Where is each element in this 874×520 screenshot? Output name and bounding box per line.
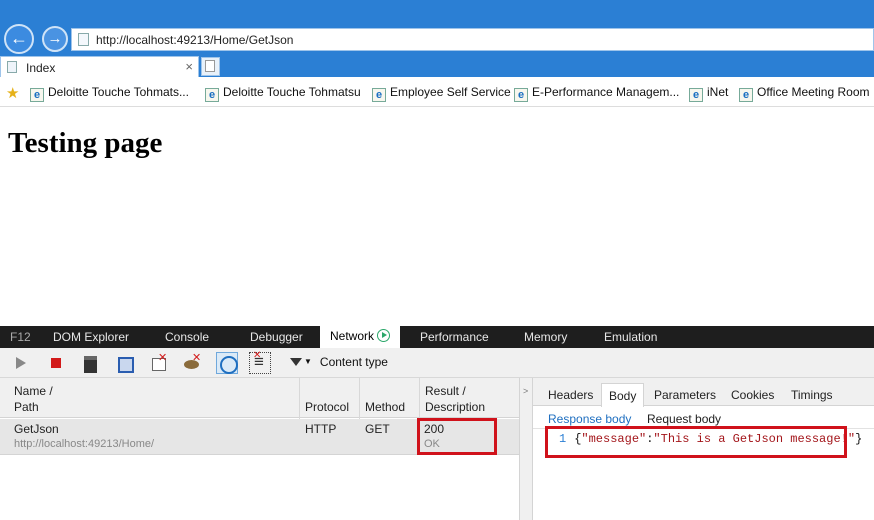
export-icon[interactable] [116,354,134,373]
column-name[interactable]: Name / Path [14,383,53,415]
tab-debugger[interactable]: Debugger [250,330,303,344]
new-tab-button[interactable] [201,57,220,76]
favorite-link[interactable]: e Deloitte Touche Tohmatsu [205,85,361,102]
back-button[interactable]: ← [4,24,34,54]
favorites-bar: ★ e Deloitte Touche Tohmats... e Deloitte … [0,78,874,107]
ie-icon: e [372,88,386,102]
tab-memory[interactable]: Memory [524,330,567,344]
address-bar[interactable]: http://localhost:49213/Home/GetJson [71,28,874,51]
page-icon [78,33,89,46]
clear-filter-icon[interactable] [249,350,271,374]
result-highlight-box [417,418,497,455]
request-list: Name / Path Protocol Method Result / Descr… [0,378,519,520]
forward-button[interactable]: → [42,26,68,52]
ie-icon: e [739,88,753,102]
favorite-link[interactable]: e iNet [689,85,728,102]
recording-icon [377,329,391,342]
ie-icon: e [30,88,44,102]
favorite-link[interactable]: e E-Performance Managem... [514,85,679,102]
tab-response-body[interactable]: Response body [548,412,631,426]
always-refresh-icon[interactable] [216,352,238,374]
tab-console[interactable]: Console [165,330,209,344]
tab-network[interactable]: Network [320,326,401,348]
favorites-star-icon[interactable]: ★ [6,84,19,102]
request-name-cell: GetJson http://localhost:49213/Home/ [14,422,155,450]
network-toolbar: ▼Content type [0,348,874,378]
save-icon[interactable] [82,354,100,373]
tab-title: Index [26,61,56,75]
tab-body[interactable]: Body [601,383,645,407]
tab-strip: Index × [0,55,874,77]
favorite-link[interactable]: e Office Meeting Room [739,85,870,102]
clear-entries-icon[interactable] [150,351,168,372]
tab-performance[interactable]: Performance [420,330,489,344]
response-highlight-box [545,426,847,458]
detail-tab-bar: Headers Body Parameters Cookies Timings [533,378,874,407]
clear-cookies-icon[interactable] [183,351,201,372]
new-tab-icon [205,60,215,72]
tab-request-body[interactable]: Request body [647,412,721,426]
ie-icon: e [205,88,219,102]
close-tab-icon[interactable]: × [185,59,193,74]
browser-tab[interactable]: Index × [0,56,199,77]
tab-timings[interactable]: Timings [791,388,833,402]
tab-emulation[interactable]: Emulation [604,330,657,344]
stop-profiling-icon[interactable] [48,354,66,372]
page-icon [7,61,17,73]
devtools-tab-bar: F12 DOM Explorer Console Debugger Networ… [0,326,874,348]
content-type-filter[interactable]: ▼ Content type [290,355,388,369]
ie-icon: e [514,88,528,102]
request-details: Headers Body Parameters Cookies Timings … [533,378,874,520]
filter-icon [290,358,302,366]
column-protocol[interactable]: Protocol [305,399,349,415]
browser-titlebar: ← → http://localhost:49213/Home/GetJson [0,0,874,55]
column-method[interactable]: Method [365,399,405,415]
ie-icon: e [689,88,703,102]
pane-splitter[interactable]: > [519,378,533,520]
favorite-link[interactable]: e Deloitte Touche Tohmats... [30,85,189,102]
request-method-cell: GET [365,422,390,436]
page-heading: Testing page [8,127,163,159]
favorite-link[interactable]: e Employee Self Service [372,85,511,102]
chevron-down-icon: ▼ [304,357,312,366]
chevron-right-icon[interactable]: > [523,386,528,396]
address-url[interactable]: http://localhost:49213/Home/GetJson [96,33,293,47]
request-list-header: Name / Path Protocol Method Result / Descr… [0,378,519,418]
tab-headers[interactable]: Headers [548,388,593,402]
request-protocol-cell: HTTP [305,422,337,436]
tab-dom-explorer[interactable]: DOM Explorer [53,330,129,344]
column-result[interactable]: Result / Description [425,383,485,415]
arrow-right-icon: → [47,30,63,47]
tab-parameters[interactable]: Parameters [654,388,716,402]
tab-cookies[interactable]: Cookies [731,388,774,402]
devtools-f12-label: F12 [10,330,31,344]
arrow-left-icon: ← [10,28,28,48]
start-profiling-icon[interactable] [12,354,30,372]
